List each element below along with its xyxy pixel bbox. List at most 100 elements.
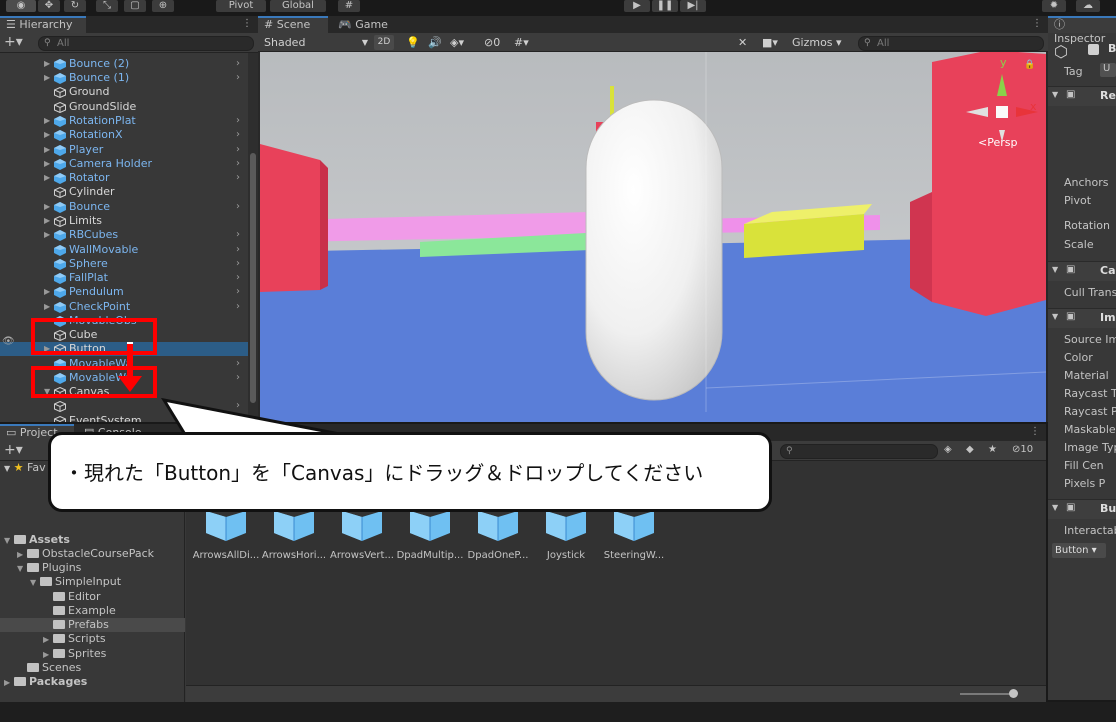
expand-right-icon[interactable]: ▶ — [44, 171, 50, 185]
project-folder-row[interactable]: Prefabs — [0, 618, 185, 633]
project-search-input[interactable]: ⚲ — [780, 444, 938, 459]
scene-viewport[interactable]: y x <Persp 🔒 — [260, 52, 1046, 422]
hierarchy-item[interactable]: ▶ RotationPlat › — [0, 114, 248, 128]
chevron-right-icon[interactable]: › — [236, 228, 240, 242]
tab-inspector[interactable]: ⓘ Inspector — [1048, 16, 1116, 45]
project-folder-row[interactable]: ▼ SimpleInput — [0, 575, 185, 589]
expand-right-icon[interactable]: ▶ — [44, 114, 50, 128]
chevron-right-icon[interactable]: › — [236, 285, 240, 299]
project-folder-row[interactable]: Example — [0, 604, 185, 618]
chevron-right-icon[interactable]: › — [236, 171, 240, 185]
2d-toggle[interactable]: 2D — [374, 35, 394, 50]
zoom-slider[interactable] — [960, 693, 1016, 695]
project-folder-row[interactable]: Editor — [0, 590, 185, 604]
project-folder-row[interactable]: ▶ Scripts — [0, 632, 185, 646]
services-button[interactable]: ✹ — [1042, 0, 1066, 12]
star-icon[interactable]: ★ — [988, 444, 997, 455]
hierarchy-item[interactable]: GroundSlide — [0, 100, 248, 114]
component-header[interactable]: ▼ ▣ Rec — [1048, 86, 1116, 106]
expand-right-icon[interactable]: ▶ — [44, 128, 50, 142]
tab-game[interactable]: 🎮 Game — [332, 16, 392, 33]
chevron-right-icon[interactable]: › — [236, 71, 240, 85]
scene-search-input[interactable]: ⚲ All — [858, 36, 1044, 51]
project-folder-row[interactable]: ▼ Assets — [0, 533, 185, 547]
transition-dropdown[interactable]: Button ▾ — [1052, 543, 1106, 558]
chevron-right-icon[interactable]: › — [236, 300, 240, 314]
hierarchy-item[interactable]: Cylinder — [0, 185, 248, 199]
hierarchy-item[interactable]: ▶ Player › — [0, 143, 248, 157]
chevron-right-icon[interactable]: › — [236, 243, 240, 257]
panel-menu-icon[interactable]: ⋮ — [242, 18, 252, 29]
hierarchy-item[interactable]: ▶ RotationX › — [0, 128, 248, 142]
tag-dropdown[interactable]: U — [1100, 63, 1116, 77]
chevron-right-icon[interactable]: › — [236, 371, 240, 385]
tab-hierarchy[interactable]: ☰ Hierarchy — [0, 16, 86, 33]
scale-tool-button[interactable]: ⤡ — [96, 0, 118, 12]
chevron-right-icon[interactable]: › — [236, 157, 240, 171]
create-button[interactable]: +▾ — [4, 34, 23, 50]
asset-item[interactable]: SteeringW... — [600, 511, 668, 561]
project-folder-row[interactable]: ▶ Packages — [0, 675, 185, 689]
global-button[interactable]: Global — [270, 0, 326, 12]
rect-tool-button[interactable]: ▢ — [124, 0, 146, 12]
project-folder-row[interactable]: ▶ Sprites — [0, 647, 185, 661]
gizmos-dropdown[interactable]: Gizmos ▾ — [792, 35, 852, 50]
expand-right-icon[interactable]: ▶ — [44, 200, 50, 214]
step-button[interactable]: ▶| — [680, 0, 706, 12]
chevron-right-icon[interactable]: › — [236, 57, 240, 71]
expand-right-icon[interactable]: ▶ — [43, 633, 53, 647]
asset-item[interactable]: ArrowsVert... — [328, 511, 396, 561]
project-create-button[interactable]: +▾ — [4, 442, 23, 458]
label-icon[interactable]: ◆ — [966, 444, 974, 455]
rotate-tool-button[interactable]: ↻ — [64, 0, 86, 12]
asset-item[interactable]: DpadOneP... — [464, 511, 532, 561]
chevron-right-icon[interactable]: › — [236, 114, 240, 128]
transform-tool-button[interactable]: ⊕ — [152, 0, 174, 12]
expand-right-icon[interactable]: ▶ — [44, 157, 50, 171]
persp-label[interactable]: <Persp — [978, 136, 1017, 149]
camera-icon[interactable]: ■▾ — [762, 35, 778, 50]
hierarchy-item[interactable]: ▶ Bounce › — [0, 200, 248, 214]
hierarchy-item[interactable]: ▶ Bounce (1) › — [0, 71, 248, 85]
scene-menu-icon[interactable]: ⋮ — [1032, 18, 1042, 29]
expand-right-icon[interactable]: ▶ — [43, 648, 53, 662]
expand-right-icon[interactable]: ▶ — [44, 143, 50, 157]
expand-right-icon[interactable]: ▶ — [44, 57, 50, 71]
tab-scene[interactable]: # Scene — [258, 16, 328, 33]
expand-right-icon[interactable]: ▶ — [44, 214, 50, 228]
lock-icon[interactable]: 🔒 — [1024, 60, 1035, 70]
asset-item[interactable]: ArrowsAllDi... — [192, 511, 260, 561]
project-folder-row[interactable]: ▶ ObstacleCoursePack — [0, 547, 185, 561]
project-folder-row[interactable]: ▼ Plugins — [0, 561, 185, 575]
asset-item[interactable]: Joystick — [532, 511, 600, 561]
expand-right-icon[interactable]: ▶ — [17, 548, 27, 562]
play-button[interactable]: ▶ — [624, 0, 650, 12]
asset-item[interactable]: ArrowsHori... — [260, 511, 328, 561]
expand-right-icon[interactable]: ▶ — [44, 228, 50, 242]
hierarchy-item[interactable]: ▶ Pendulum › — [0, 285, 248, 299]
scrollbar-thumb[interactable] — [250, 153, 256, 403]
expand-right-icon[interactable]: ▶ — [44, 285, 50, 299]
hierarchy-item[interactable]: ▶ Bounce (2) › — [0, 57, 248, 71]
move-tool-button[interactable]: ✥ — [38, 0, 60, 12]
hidden-objects-toggle[interactable]: ⊘0 — [484, 35, 500, 50]
visibility-eye-icon[interactable]: 👁 — [2, 336, 15, 347]
pause-button[interactable]: ❚❚ — [652, 0, 678, 12]
project-menu-icon[interactable]: ⋮ — [1030, 426, 1040, 437]
hierarchy-item[interactable]: Sphere › — [0, 257, 248, 271]
chevron-right-icon[interactable]: › — [236, 200, 240, 214]
component-header[interactable]: ▼ ▣ Ima — [1048, 308, 1116, 328]
hierarchy-search-input[interactable]: ⚲ All — [38, 36, 254, 51]
hierarchy-item[interactable]: ▶ Limits — [0, 214, 248, 228]
hidden-packages-toggle[interactable]: ⊘10 — [1012, 444, 1033, 455]
audio-icon[interactable]: 🔊 — [428, 35, 442, 50]
cloud-button[interactable]: ☁ — [1076, 0, 1100, 12]
hierarchy-item[interactable]: FallPlat › — [0, 271, 248, 285]
effects-icon[interactable]: ◈▾ — [450, 35, 464, 50]
expand-down-icon[interactable]: ▼ — [17, 562, 27, 576]
pivot-button[interactable]: Pivot — [216, 0, 266, 12]
chevron-right-icon[interactable]: › — [236, 257, 240, 271]
chevron-right-icon[interactable]: › — [236, 143, 240, 157]
expand-right-icon[interactable]: ▶ — [4, 676, 14, 690]
component-header[interactable]: ▼ ▣ Ca — [1048, 261, 1116, 281]
